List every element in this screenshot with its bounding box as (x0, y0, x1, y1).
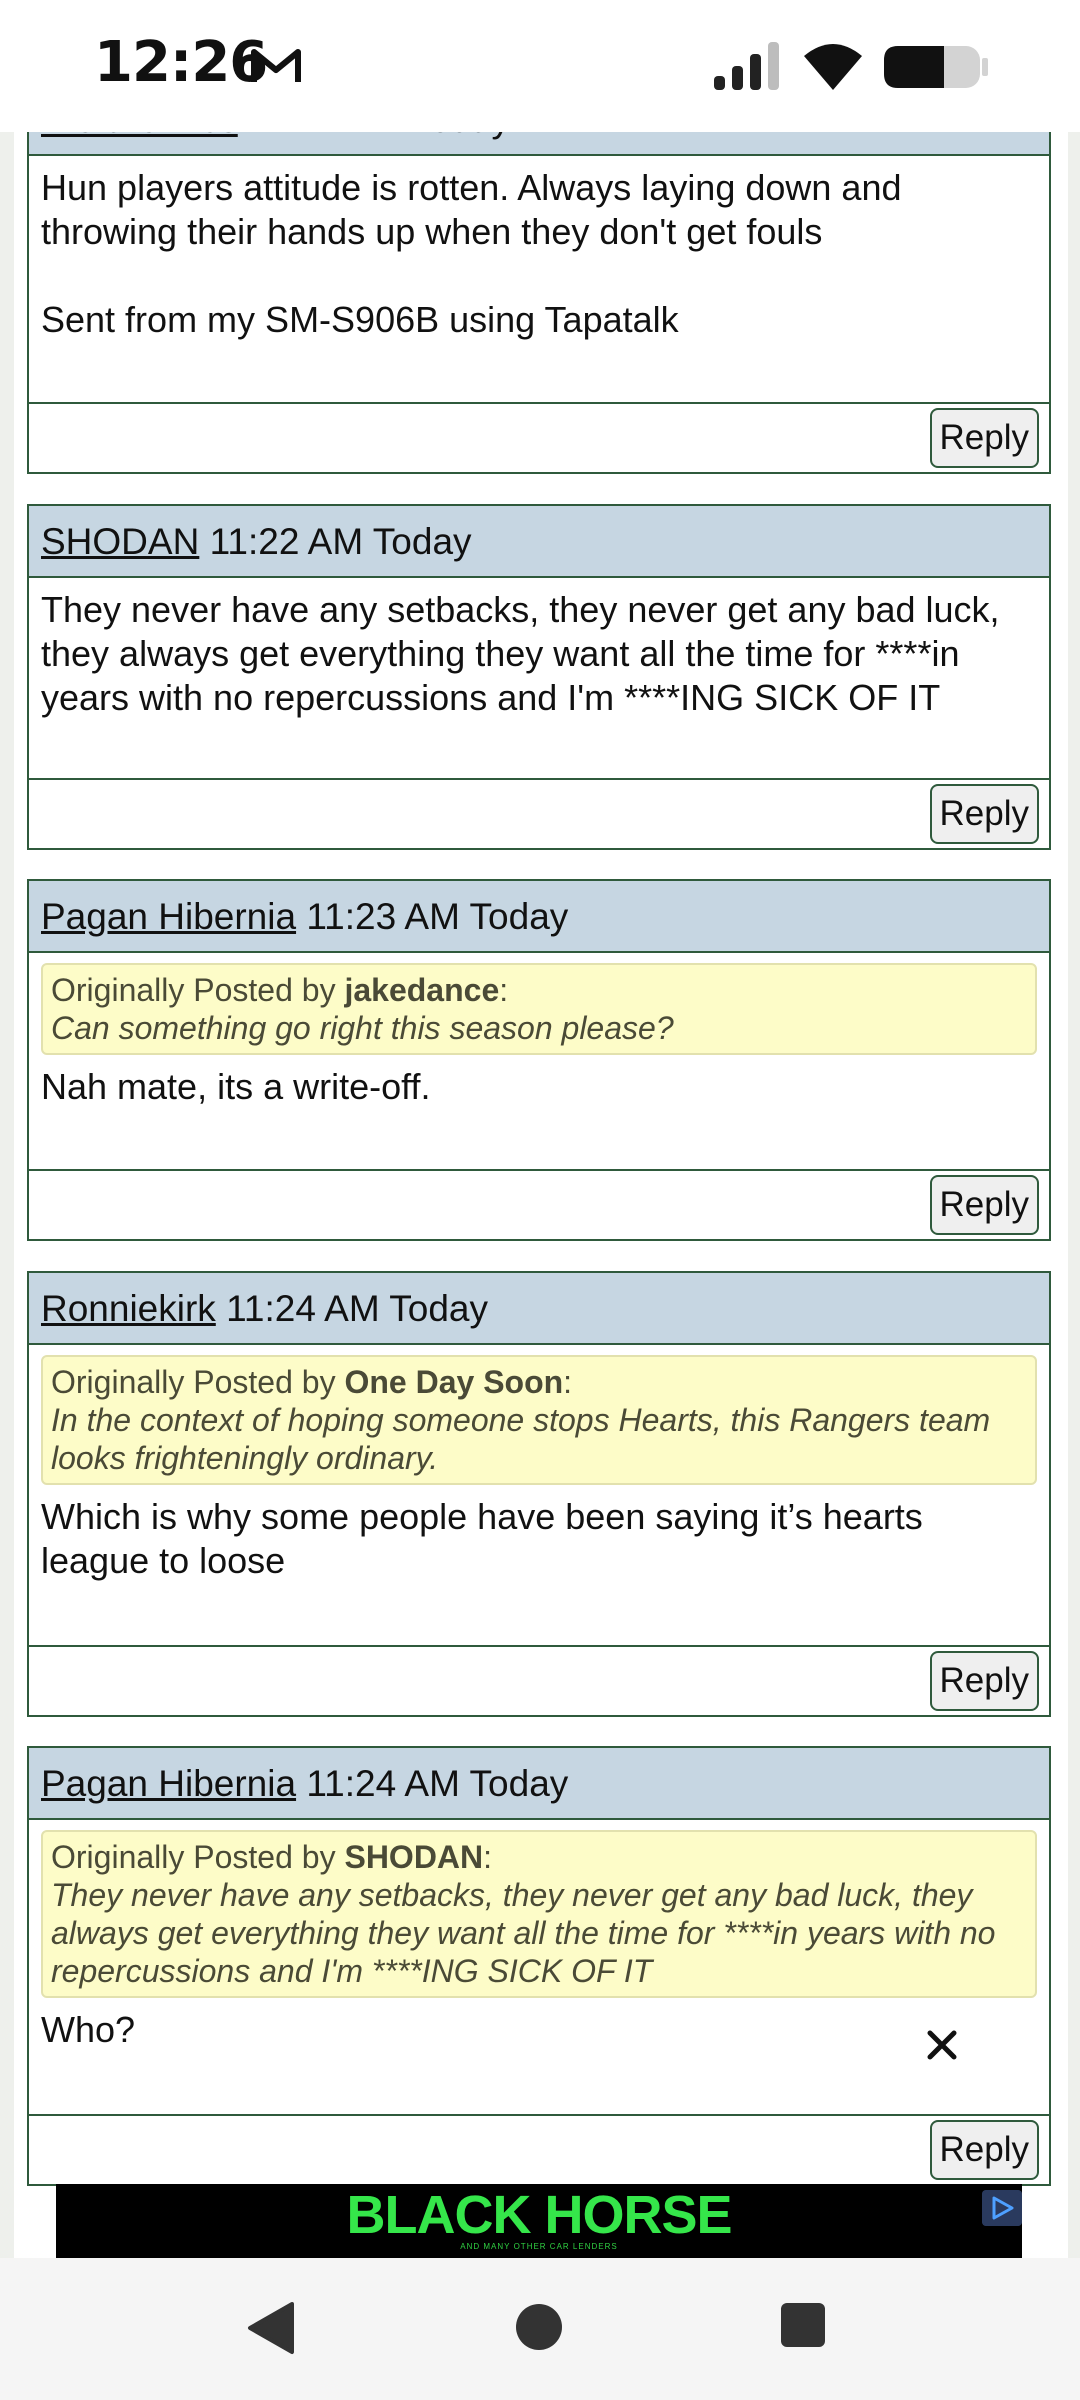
post-time: 11:24 AM Today (306, 1763, 569, 1804)
post: Ronniekirk 11:24 AM Today Originally Pos… (27, 1271, 1051, 1717)
post-time: 11:24 AM Today (226, 1288, 489, 1329)
quote-suffix: : (499, 972, 509, 1008)
post-header: Pagan Hibernia 11:23 AM Today (29, 881, 1049, 953)
post-footer: Reply (29, 2114, 1049, 2184)
quote-author: SHODAN (344, 1839, 484, 1875)
post-author-link[interactable]: Pagan Hibernia (41, 1763, 296, 1804)
post-header: We are hibs 11:21 AM Today (29, 132, 1049, 156)
post-body: Originally Posted by jakedance: Can some… (29, 953, 1049, 1109)
status-bar: 12:26 (0, 0, 1080, 132)
post-author-link[interactable]: We are hibs (41, 132, 238, 140)
post-body: Originally Posted by SHODAN: They never … (29, 1820, 1049, 2052)
battery-icon (884, 46, 988, 88)
quote-block: Originally Posted by One Day Soon: In th… (41, 1355, 1037, 1485)
quote-suffix: : (563, 1364, 573, 1400)
quote-author: One Day Soon (344, 1364, 564, 1400)
adchoices-icon[interactable] (982, 2190, 1022, 2226)
quote-author: jakedance (344, 972, 500, 1008)
reply-button[interactable]: Reply (929, 408, 1039, 468)
reply-button[interactable]: Reply (929, 1651, 1039, 1711)
post-text: They never have any setbacks, they never… (41, 589, 1000, 718)
post-body: They never have any setbacks, they never… (29, 578, 1049, 720)
post-time: 11:23 AM Today (306, 896, 569, 937)
quote-text: They never have any setbacks, they never… (51, 1877, 996, 1989)
post-text: Nah mate, its a write-off. (41, 1066, 431, 1107)
post: Pagan Hibernia 11:24 AM Today Originally… (27, 1746, 1051, 2186)
quote-text: Can something go right this season pleas… (51, 1010, 674, 1046)
post-footer: Reply (29, 1645, 1049, 1715)
navigation-bar (0, 2258, 1080, 2400)
post-footer: Reply (29, 402, 1049, 472)
ad-small-text: AND MANY OTHER CAR LENDERS (460, 2242, 618, 2251)
post-body: Originally Posted by One Day Soon: In th… (29, 1345, 1049, 1583)
post-header: Ronniekirk 11:24 AM Today (29, 1273, 1049, 1345)
post-text: Hun players attitude is rotten. Always l… (41, 167, 902, 340)
post: We are hibs 11:21 AM Today Hun players a… (27, 132, 1051, 474)
ad-banner[interactable]: BLACK HORSE AND MANY OTHER CAR LENDERS (56, 2184, 1022, 2258)
post: SHODAN 11:22 AM Today They never have an… (27, 504, 1051, 850)
back-icon[interactable] (246, 2300, 296, 2356)
post-text: Who? (41, 2009, 136, 2050)
close-icon[interactable] (922, 2025, 962, 2065)
post-author-link[interactable]: Pagan Hibernia (41, 896, 296, 937)
post-footer: Reply (29, 1169, 1049, 1239)
recent-apps-icon[interactable] (780, 2302, 826, 2348)
quote-block: Originally Posted by SHODAN: They never … (41, 1830, 1037, 1998)
quote-text: In the context of hoping someone stops H… (51, 1402, 991, 1476)
gmail-icon (251, 49, 301, 82)
thread-container: We are hibs 11:21 AM Today Hun players a… (14, 132, 1068, 2258)
quote-suffix: : (483, 1839, 493, 1875)
wifi-icon (804, 44, 862, 90)
post-text: Which is why some people have been sayin… (41, 1496, 923, 1581)
status-time: 12:26 (94, 30, 268, 95)
quote-prefix: Originally Posted by (51, 972, 345, 1008)
quote-block: Originally Posted by jakedance: Can some… (41, 963, 1037, 1055)
quote-prefix: Originally Posted by (51, 1364, 345, 1400)
post-time: 11:22 AM Today (209, 521, 472, 562)
post-body: Hun players attitude is rotten. Always l… (29, 156, 1049, 342)
quote-prefix: Originally Posted by (51, 1839, 345, 1875)
reply-button[interactable]: Reply (929, 784, 1039, 844)
signal-icon (714, 42, 779, 90)
post-time: 11:21 AM Today (248, 132, 510, 140)
reply-button[interactable]: Reply (929, 2120, 1039, 2180)
reply-button[interactable]: Reply (929, 1175, 1039, 1235)
post-author-link[interactable]: SHODAN (41, 521, 199, 562)
forum-page[interactable]: We are hibs 11:21 AM Today Hun players a… (0, 132, 1080, 2258)
post-header: Pagan Hibernia 11:24 AM Today (29, 1748, 1049, 1820)
home-icon[interactable] (514, 2302, 564, 2352)
post-footer: Reply (29, 778, 1049, 848)
post-author-link[interactable]: Ronniekirk (41, 1288, 216, 1329)
post-header: SHODAN 11:22 AM Today (29, 506, 1049, 578)
post: Pagan Hibernia 11:23 AM Today Originally… (27, 879, 1051, 1241)
ad-brand-text: BLACK HORSE (346, 2185, 732, 2245)
